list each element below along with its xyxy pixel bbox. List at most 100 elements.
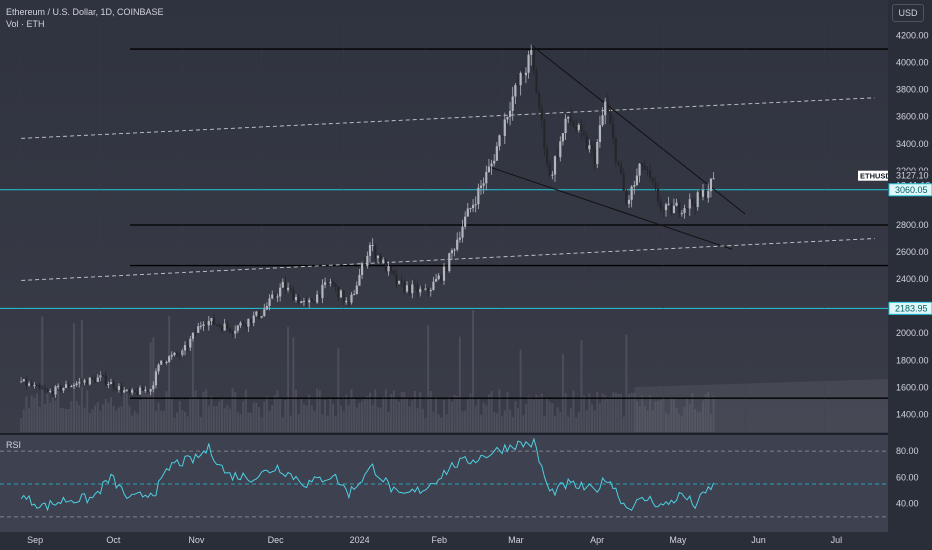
candle-body	[432, 281, 435, 290]
volume-bar	[577, 411, 580, 432]
candle-body	[654, 182, 657, 189]
volume-bar	[413, 391, 416, 432]
volume-bar	[495, 413, 498, 432]
candle-body	[699, 192, 702, 197]
candle-body	[440, 275, 443, 281]
volume-bar	[247, 412, 250, 432]
candle-body	[667, 203, 670, 205]
candle-body	[395, 274, 398, 284]
volume-bar	[210, 396, 213, 432]
candle-body	[173, 352, 176, 356]
candle-body	[712, 178, 715, 180]
candle-body	[329, 282, 332, 284]
candle-body	[387, 266, 390, 272]
volume-bar	[223, 407, 226, 432]
volume-bar	[184, 411, 186, 432]
volume-bar	[205, 389, 208, 432]
candle-body	[464, 216, 467, 227]
volume-bar	[332, 403, 334, 432]
volume-bar	[46, 393, 49, 432]
time-axis-tick-label: Jul	[831, 535, 843, 545]
candle-body	[57, 385, 60, 387]
volume-bar	[128, 405, 131, 432]
volume-bar	[41, 316, 44, 432]
volume-bar	[498, 389, 501, 432]
candle-body	[136, 391, 139, 395]
candle-body	[144, 389, 147, 391]
candle-body	[693, 203, 697, 208]
currency-button[interactable]: USD	[892, 4, 924, 22]
volume-bar	[546, 398, 549, 432]
volume-bar	[218, 401, 221, 432]
candle-body	[540, 108, 543, 121]
candle-body	[487, 166, 491, 173]
volume-bar	[207, 405, 210, 432]
volume-bar	[464, 410, 467, 432]
volume-bar	[308, 394, 311, 432]
candle-body	[265, 305, 269, 310]
volume-bar	[255, 402, 258, 432]
volume-bar	[435, 397, 438, 432]
candle-body	[421, 288, 424, 290]
volume-bar	[80, 319, 83, 432]
volume-bar	[33, 397, 36, 432]
volume-bar	[221, 399, 223, 432]
candle-body	[577, 125, 580, 130]
price-axis-tick-label: 4200.00	[896, 31, 929, 41]
chart-svg[interactable]: 4200.004000.003800.003600.003400.003200.…	[0, 0, 932, 550]
candle-body	[635, 175, 639, 186]
volume-bar	[604, 395, 607, 432]
candle-body	[651, 177, 654, 183]
volume-bar	[102, 404, 105, 432]
volume-bar	[456, 395, 459, 432]
volume-bar	[305, 405, 308, 432]
volume-bar	[117, 407, 120, 432]
volume-bar	[443, 400, 445, 432]
volume-bar	[532, 399, 535, 432]
candle-body	[289, 287, 292, 290]
volume-bar	[65, 409, 68, 432]
volume-bar	[374, 389, 377, 432]
candle-body	[614, 138, 617, 162]
rsi-axis-tick-label: 40.00	[896, 499, 919, 509]
volume-bar	[22, 409, 25, 432]
candle-body	[313, 302, 316, 304]
candle-body	[94, 378, 97, 382]
volume-bar	[519, 349, 522, 432]
volume-bar	[416, 407, 419, 432]
volume-bar	[522, 415, 525, 432]
candle-body	[641, 163, 644, 166]
volume-bar	[244, 389, 247, 432]
volume-bar	[366, 396, 369, 432]
candle-body	[606, 101, 609, 113]
candle-body	[194, 332, 197, 334]
candle-body	[49, 390, 52, 392]
volume-bar	[228, 408, 231, 432]
candle-body	[408, 285, 411, 294]
volume-bar	[453, 394, 456, 432]
candle-body	[580, 125, 583, 131]
candle-body	[461, 226, 464, 238]
candle-body	[469, 208, 472, 210]
time-axis-tick-label: May	[669, 535, 687, 545]
price-pane-bg	[0, 0, 888, 436]
candle-body	[672, 205, 676, 214]
candle-body	[255, 311, 258, 316]
candle-body	[115, 388, 118, 390]
time-axis-tick-label: Nov	[188, 535, 205, 545]
candle-body	[675, 202, 678, 206]
volume-bar	[231, 388, 234, 432]
volume-bar	[628, 393, 630, 432]
candle-body	[561, 133, 565, 142]
candle-body	[154, 371, 158, 386]
candle-body	[35, 384, 39, 386]
candle-body	[210, 318, 213, 321]
candle-body	[107, 384, 110, 386]
candle-body	[252, 315, 255, 323]
volume-bar	[54, 400, 57, 432]
volume-bar	[493, 412, 496, 432]
volume-bar	[406, 397, 408, 432]
candle-body	[479, 185, 483, 188]
candle-body	[532, 50, 535, 71]
candle-body	[445, 266, 448, 272]
